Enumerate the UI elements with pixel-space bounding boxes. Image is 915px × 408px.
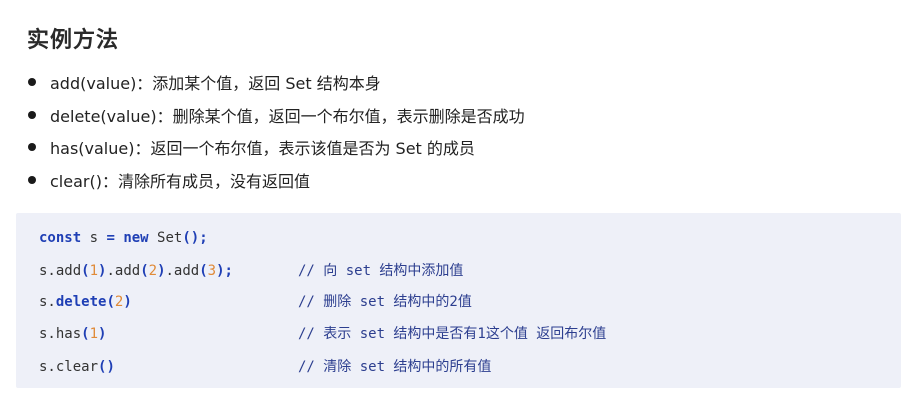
code-text: .add [165,263,200,279]
bullet-dot-icon [28,78,36,87]
list-item-clear: clear()：清除所有成员，没有返回值 [28,164,525,197]
section-title: 实例方法 [27,28,120,53]
code-text: s.add [39,263,82,279]
code-number: 1 [89,263,99,279]
list-item-text: delete(value)：删除某个值，返回一个布尔值，表示删除是否成功 [50,106,525,126]
code-number: 3 [207,263,217,279]
code-paren: ( [140,263,149,279]
code-paren: ) [216,263,225,279]
list-item-add: add(value)：添加某个值，返回 Set 结构本身 [28,66,525,99]
code-paren: () [98,359,115,375]
code-number: 2 [148,263,158,279]
code-paren: () [182,230,200,246]
list-item-text: add(value)：添加某个值，返回 Set 结构本身 [50,74,381,94]
code-line-1: const s = new Set(); [39,226,208,250]
list-item-text: clear()：清除所有成员，没有返回值 [50,171,310,191]
code-text: Set [148,230,183,246]
method-list: add(value)：添加某个值，返回 Set 结构本身 delete(valu… [28,66,525,196]
code-line-2: s.add(1).add(2).add(3); [39,259,233,283]
code-paren: ( [199,263,208,279]
code-text: .add [106,263,141,279]
code-block: const s = new Set(); s.add(1).add(2).add… [16,213,901,388]
bullet-dot-icon [28,143,36,152]
code-paren: ) [98,326,107,342]
code-keyword: delete [55,294,107,310]
code-paren: ) [123,294,132,310]
code-keyword: new [123,230,149,246]
code-operator: = [106,230,115,246]
code-comment: // 表示 set 结构中是否有1这个值 返回布尔值 [298,326,607,342]
list-item-text: has(value)：返回一个布尔值，表示该值是否为 Set 的成员 [50,139,475,159]
code-text: s [81,230,107,246]
code-semicolon: ; [199,230,208,246]
code-line-3: s.delete(2) [39,290,132,314]
code-line-5: s.clear() [39,355,115,379]
code-paren: ) [157,263,166,279]
code-text: s.clear [39,359,99,375]
code-semicolon: ; [224,263,233,279]
list-item-delete: delete(value)：删除某个值，返回一个布尔值，表示删除是否成功 [28,99,525,132]
code-keyword: const [39,230,82,246]
code-line-4: s.has(1) [39,322,106,346]
code-text: s.has [39,326,82,342]
list-item-has: has(value)：返回一个布尔值，表示该值是否为 Set 的成员 [28,131,525,164]
bullet-dot-icon [28,175,36,184]
code-comment: // 删除 set 结构中的2值 [298,294,472,310]
code-paren: ( [81,326,90,342]
code-comment: // 向 set 结构中添加值 [298,263,464,279]
code-comment: // 清除 set 结构中的所有值 [298,359,492,375]
code-text: s. [39,294,56,310]
bullet-dot-icon [28,110,36,119]
code-number: 1 [89,326,99,342]
code-paren: ( [106,294,115,310]
code-paren: ( [81,263,90,279]
